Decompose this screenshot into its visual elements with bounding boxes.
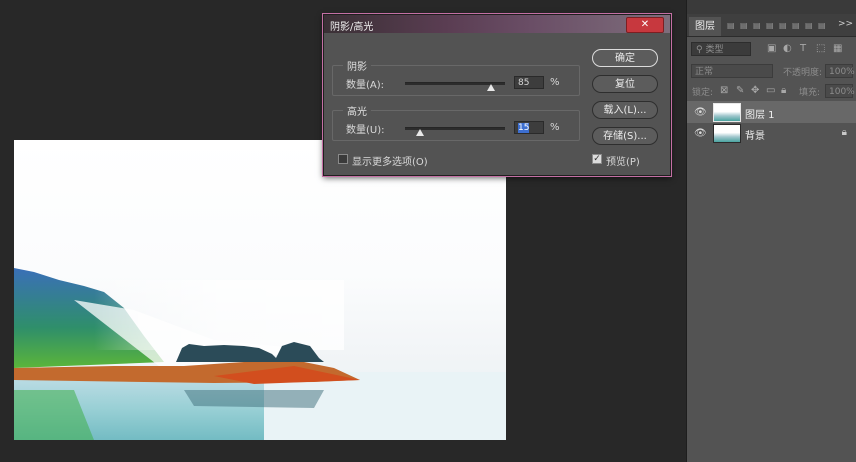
layer-name: 背景 [745, 131, 765, 142]
layer-thumbnail [713, 103, 741, 122]
lock-pixels-icon[interactable]: ✎ [736, 85, 744, 97]
panel-tab-icon[interactable]: ▤ [753, 21, 761, 30]
layer-name: 图层 1 [745, 110, 775, 121]
filter-pixel-icon[interactable]: ▣ [767, 43, 776, 55]
shadows-amount-label: 数量(A): [346, 80, 385, 91]
layer-filter-row: ⚲ 类型 ▣ ◐ T ⬚ ▦ [687, 39, 856, 59]
highlights-legend: 高光 [347, 107, 367, 118]
layer-filter-input[interactable]: ⚲ 类型 [691, 42, 751, 56]
panel-collapse-icon[interactable]: >> [838, 19, 853, 29]
dialog-titlebar[interactable]: 阴影/高光 ✕ [324, 15, 670, 33]
lock-label: 锁定: [692, 88, 714, 98]
preview-label[interactable]: 预览(P) [606, 153, 640, 168]
filter-adjustment-icon[interactable]: ◐ [783, 43, 792, 55]
more-options-label[interactable]: 显示更多选项(O) [352, 153, 428, 168]
layers-panel: 图层 ▤ ▤ ▤ ▤ ▤ ▤ ▤ ▤ >> ⚲ 类型 ▣ ◐ T ⬚ ▦ 正常 … [686, 0, 856, 462]
shadows-highlights-dialog: 阴影/高光 ✕ 阴影 数量(A): 85 % 高光 数量(U): 15 % 确定… [323, 14, 671, 176]
highlights-amount-label: 数量(U): [346, 125, 385, 136]
visibility-eye-icon[interactable]: 👁︎ [694, 128, 707, 139]
panel-tab-icon[interactable]: ▤ [740, 21, 748, 30]
shadows-slider-thumb[interactable] [487, 84, 495, 91]
document-image[interactable] [14, 140, 506, 440]
panel-tab-icon[interactable]: ▤ [818, 21, 826, 30]
lock-transparent-icon[interactable]: ⊠ [720, 85, 728, 97]
panel-top-strip [687, 0, 856, 14]
panel-tab-icon[interactable]: ▤ [792, 21, 800, 30]
more-options-checkbox[interactable] [338, 154, 348, 164]
layer-row[interactable]: 👁︎ 背景 🔒︎ [687, 122, 856, 144]
lock-all-icon[interactable]: 🔒︎ [781, 85, 786, 97]
save-button[interactable]: 存储(S)... [592, 127, 658, 145]
panel-tab-bar: 图层 ▤ ▤ ▤ ▤ ▤ ▤ ▤ ▤ >> [687, 14, 856, 37]
highlights-percent-unit: % [550, 122, 560, 133]
filter-type-icon[interactable]: T [800, 43, 806, 55]
panel-tab-icon[interactable]: ▤ [766, 21, 774, 30]
blend-mode-select[interactable]: 正常 [691, 64, 773, 78]
close-button[interactable]: ✕ [626, 17, 664, 33]
reset-button[interactable]: 复位 [592, 75, 658, 93]
highlights-amount-value: 15 [518, 123, 530, 133]
load-button[interactable]: 载入(L)... [592, 101, 658, 119]
panel-tab-icon[interactable]: ▤ [805, 21, 813, 30]
shadows-legend: 阴影 [347, 62, 367, 73]
layer-row[interactable]: 👁︎ 图层 1 [687, 101, 856, 123]
tab-layers[interactable]: 图层 [689, 17, 721, 36]
lock-row: 锁定: ⊠ ✎ ✥ ▭ 🔒︎ 填充: 100% [687, 81, 856, 101]
preview-checkbox[interactable]: ✓ [592, 154, 602, 164]
highlights-amount-input[interactable]: 15 [514, 121, 544, 134]
ok-button[interactable]: 确定 [592, 49, 658, 67]
layer-thumbnail [713, 124, 741, 143]
dialog-body: 阴影 数量(A): 85 % 高光 数量(U): 15 % 确定 复位 载入(L… [324, 33, 670, 175]
fill-input[interactable]: 100% [825, 84, 855, 98]
landscape-image [14, 268, 506, 440]
panel-tab-icon[interactable]: ▤ [727, 21, 735, 30]
dialog-title: 阴影/高光 [330, 22, 374, 33]
layer-filter-placeholder: 类型 [705, 45, 724, 55]
fill-label: 填充: [799, 88, 821, 98]
shadows-amount-value: 85 [518, 78, 530, 88]
panel-tab-icon[interactable]: ▤ [779, 21, 787, 30]
filter-shape-icon[interactable]: ⬚ [816, 43, 825, 55]
shadows-percent-unit: % [550, 77, 560, 88]
lock-artboard-icon[interactable]: ▭ [766, 85, 775, 97]
lock-position-icon[interactable]: ✥ [751, 85, 759, 97]
filter-smart-object-icon[interactable]: ▦ [833, 43, 842, 55]
highlights-slider-thumb[interactable] [416, 129, 424, 136]
blend-row: 正常 不透明度: 100% [687, 61, 856, 81]
opacity-label: 不透明度: [783, 68, 823, 78]
shadows-amount-input[interactable]: 85 [514, 76, 544, 89]
lock-icon: 🔒︎ [841, 127, 847, 138]
opacity-input[interactable]: 100% [825, 64, 855, 78]
visibility-eye-icon[interactable]: 👁︎ [694, 107, 707, 118]
